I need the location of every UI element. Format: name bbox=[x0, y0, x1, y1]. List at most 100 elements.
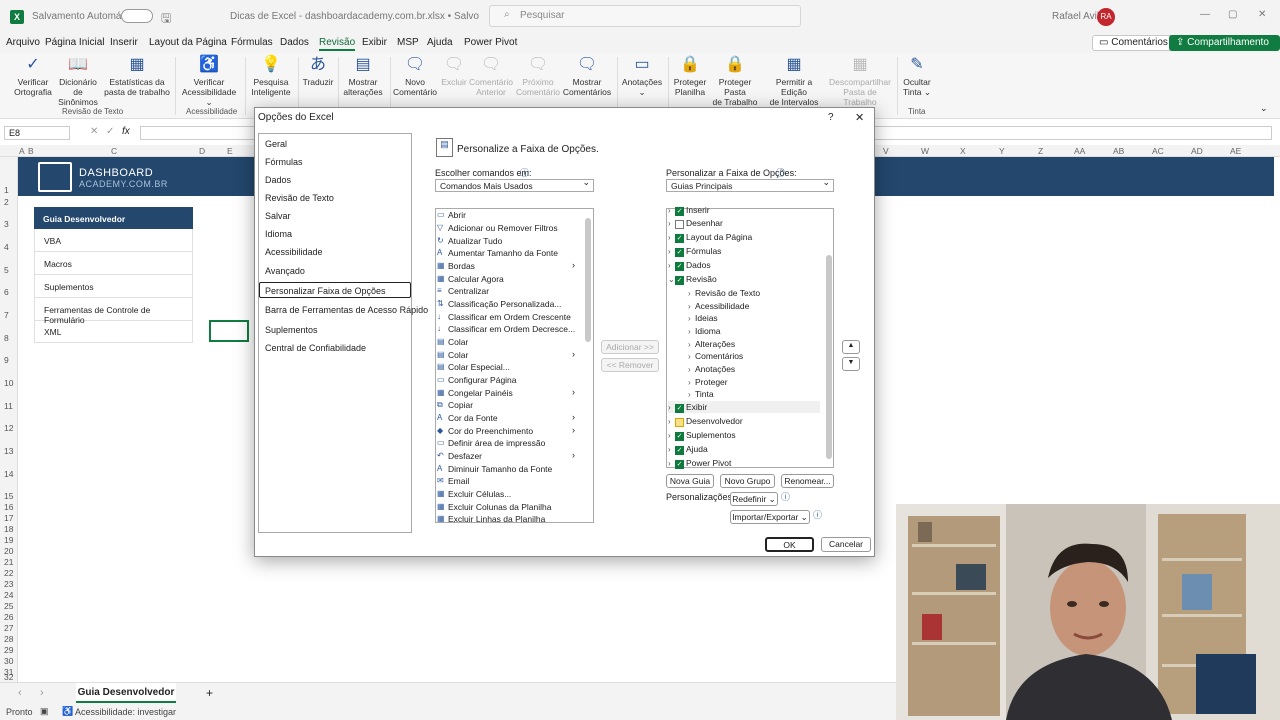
row-header[interactable]: 25 bbox=[4, 601, 13, 611]
tree-scrollbar[interactable] bbox=[826, 255, 832, 459]
col-header[interactable]: A bbox=[19, 146, 25, 156]
command-item[interactable]: Desfazer bbox=[448, 451, 482, 461]
command-item[interactable]: Classificar em Ordem Crescente bbox=[448, 312, 571, 322]
chevron-right-icon[interactable]: › bbox=[668, 233, 671, 242]
col-header[interactable]: X bbox=[960, 146, 966, 156]
chevron-right-icon[interactable]: › bbox=[668, 459, 671, 468]
comments-button[interactable]: ▭ Comentários bbox=[1092, 35, 1175, 51]
customize-ribbon-select[interactable]: Guias Principais bbox=[666, 177, 834, 192]
command-item[interactable]: Aumentar Tamanho da Fonte bbox=[448, 248, 558, 258]
info-icon[interactable]: ⓘ bbox=[813, 508, 822, 521]
chevron-right-icon[interactable]: › bbox=[668, 403, 671, 412]
row-header[interactable]: 24 bbox=[4, 590, 13, 600]
command-item[interactable]: Atualizar Tudo bbox=[448, 236, 502, 246]
check-accessibility-button[interactable]: ♿ Verificar Acessibilidade ⌄ bbox=[178, 55, 240, 107]
tree-group[interactable]: Comentários bbox=[695, 351, 743, 361]
help-icon[interactable]: ? bbox=[828, 112, 834, 123]
command-item[interactable]: Classificar em Ordem Decresce... bbox=[448, 324, 575, 334]
tree-item[interactable]: Exibir bbox=[686, 402, 707, 412]
checkbox[interactable] bbox=[675, 220, 684, 229]
category-item[interactable]: Central de Confiabilidade bbox=[265, 343, 366, 353]
category-item-customize-ribbon[interactable]: Personalizar Faixa de Opções bbox=[265, 286, 386, 296]
category-item[interactable]: Revisão de Texto bbox=[265, 193, 334, 203]
tree-item[interactable]: Fórmulas bbox=[686, 246, 721, 256]
row-header[interactable]: 22 bbox=[4, 568, 13, 578]
col-header[interactable]: D bbox=[199, 146, 205, 156]
row-header[interactable]: 30 bbox=[4, 656, 13, 666]
row-header[interactable]: 15 bbox=[4, 491, 13, 501]
checkbox[interactable]: ✓ bbox=[675, 234, 684, 243]
new-tab-button[interactable]: Nova Guia bbox=[666, 474, 714, 488]
move-up-button[interactable]: ▲ bbox=[842, 340, 860, 354]
remove-button[interactable]: << Remover bbox=[601, 358, 659, 372]
tree-item[interactable]: Revisão bbox=[686, 274, 717, 284]
checkbox[interactable]: ✓ bbox=[675, 248, 684, 257]
category-item[interactable]: Avançado bbox=[265, 266, 305, 276]
search-input[interactable]: ⌕ Pesquisar bbox=[489, 5, 801, 27]
chevron-right-icon[interactable]: › bbox=[688, 340, 691, 349]
checkbox[interactable]: ✓ bbox=[675, 276, 684, 285]
command-item[interactable]: Centralizar bbox=[448, 286, 489, 296]
row-header[interactable]: 28 bbox=[4, 634, 13, 644]
tab-revisao[interactable]: Revisão bbox=[319, 37, 356, 51]
commands-scrollbar[interactable] bbox=[585, 218, 591, 342]
row-header[interactable]: 12 bbox=[4, 423, 13, 433]
accessibility-status-icon[interactable]: ♿ bbox=[62, 706, 73, 717]
row-header[interactable]: 16 bbox=[4, 502, 13, 512]
chevron-right-icon[interactable]: › bbox=[688, 314, 691, 323]
command-item[interactable]: Email bbox=[448, 476, 469, 486]
collapse-ribbon-icon[interactable]: ⌄ bbox=[1260, 103, 1268, 114]
tree-group[interactable]: Idioma bbox=[695, 326, 721, 336]
chevron-right-icon[interactable]: › bbox=[668, 261, 671, 270]
tab-dados[interactable]: Dados bbox=[280, 37, 309, 48]
restore-icon[interactable]: ▢ bbox=[1228, 9, 1237, 20]
command-item[interactable]: Excluir Células... bbox=[448, 489, 511, 499]
status-accessibility[interactable]: Acessibilidade: investigar bbox=[75, 707, 176, 717]
category-item[interactable]: Geral bbox=[265, 139, 287, 149]
col-header[interactable]: V bbox=[883, 146, 889, 156]
row-header[interactable]: 11 bbox=[4, 401, 13, 411]
row-header[interactable]: 17 bbox=[4, 513, 13, 523]
chevron-right-icon[interactable]: › bbox=[688, 390, 691, 399]
tree-group[interactable]: Ideias bbox=[695, 313, 718, 323]
chevron-right-icon[interactable]: › bbox=[668, 445, 671, 454]
chevron-right-icon[interactable]: › bbox=[668, 247, 671, 256]
new-comment-button[interactable]: 🗨 Novo Comentário bbox=[392, 55, 438, 97]
category-item[interactable]: Salvar bbox=[265, 211, 291, 221]
unshare-workbook-button[interactable]: ▦ Descompartilhar Pasta de Trabalho bbox=[826, 55, 894, 107]
smart-lookup-button[interactable]: 💡 Pesquisa Inteligente bbox=[248, 55, 294, 97]
list-item[interactable]: XML bbox=[34, 320, 193, 343]
col-header[interactable]: Y bbox=[999, 146, 1005, 156]
row-header[interactable]: 18 bbox=[4, 524, 13, 534]
category-item[interactable]: Idioma bbox=[265, 229, 292, 239]
col-header[interactable]: AE bbox=[1230, 146, 1241, 156]
tree-group[interactable]: Revisão de Texto bbox=[695, 288, 760, 298]
command-item[interactable]: Configurar Página bbox=[448, 375, 517, 385]
info-icon[interactable]: ⓘ bbox=[781, 490, 790, 503]
previous-comment-button[interactable]: 🗨 Comentário Anterior bbox=[468, 55, 514, 97]
tree-item[interactable]: Inserir bbox=[686, 205, 710, 215]
tree-group[interactable]: Alterações bbox=[695, 339, 735, 349]
list-item[interactable]: VBA bbox=[34, 229, 193, 252]
command-item[interactable]: Definir área de impressão bbox=[448, 438, 545, 448]
chevron-right-icon[interactable]: › bbox=[668, 219, 671, 228]
list-item[interactable]: Suplementos bbox=[34, 275, 193, 298]
tab-arquivo[interactable]: Arquivo bbox=[6, 37, 40, 48]
command-item[interactable]: Cor do Preenchimento bbox=[448, 426, 533, 436]
show-changes-button[interactable]: ▤ Mostrar alterações bbox=[340, 55, 386, 97]
row-header[interactable]: 14 bbox=[4, 469, 13, 479]
command-item[interactable]: Colar Especial... bbox=[448, 362, 510, 372]
chevron-right-icon[interactable]: › bbox=[668, 417, 671, 426]
tree-group[interactable]: Proteger bbox=[695, 377, 728, 387]
row-header[interactable]: 3 bbox=[4, 219, 9, 229]
row-header[interactable]: 10 bbox=[4, 378, 13, 388]
tree-item[interactable]: Layout da Página bbox=[686, 232, 752, 242]
info-icon[interactable]: ⓘ bbox=[520, 166, 529, 179]
tree-item[interactable]: Power Pivot bbox=[686, 458, 731, 468]
command-item[interactable]: Excluir Colunas da Planilha bbox=[448, 502, 551, 512]
translate-button[interactable]: あ Traduzir bbox=[300, 55, 336, 87]
checkbox-developer[interactable] bbox=[675, 418, 684, 427]
hide-ink-button[interactable]: ✎ Ocultar Tinta ⌄ bbox=[900, 55, 934, 97]
col-header[interactable]: AB bbox=[1113, 146, 1124, 156]
category-item[interactable]: Suplementos bbox=[265, 325, 318, 335]
